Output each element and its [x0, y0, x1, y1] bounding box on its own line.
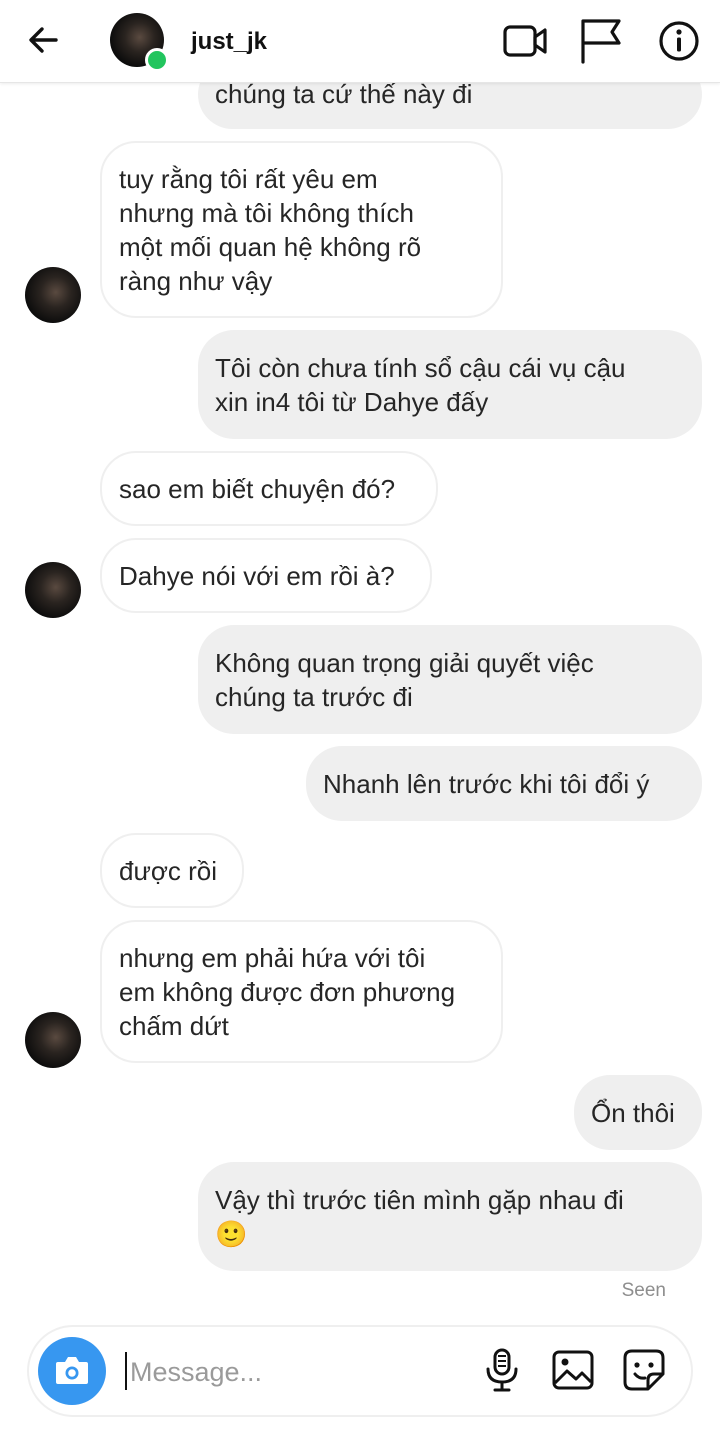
message-outgoing[interactable]: Tôi còn chưa tính sổ cậu cái vụ cậu xin … — [198, 330, 702, 439]
microphone-icon — [486, 1348, 518, 1392]
text-cursor — [125, 1352, 127, 1390]
sticker-icon — [623, 1349, 665, 1391]
flag-icon — [581, 19, 621, 64]
message-incoming[interactable]: tuy rằng tôi rất yêu em nhưng mà tôi khô… — [100, 141, 503, 318]
message-outgoing[interactable]: Ổn thôi — [574, 1075, 702, 1150]
back-button[interactable] — [22, 20, 66, 60]
username[interactable]: just_jk — [191, 28, 267, 56]
chat-header: just_jk — [0, 0, 720, 83]
sender-avatar[interactable] — [25, 562, 81, 618]
camera-button[interactable] — [38, 1337, 106, 1405]
message-incoming[interactable]: Dahye nói với em rồi à? — [100, 538, 432, 613]
message-outgoing[interactable]: Nhanh lên trước khi tôi đổi ý — [306, 746, 702, 821]
seen-status: Seen — [621, 1280, 666, 1301]
message-incoming[interactable]: được rồi — [100, 833, 244, 908]
camera-icon — [56, 1357, 88, 1384]
message-outgoing[interactable]: Vậy thì trước tiên mình gặp nhau đi 🙂 — [198, 1162, 702, 1271]
message-outgoing[interactable]: Không quan trọng giải quyết việc chúng t… — [198, 625, 702, 734]
sender-avatar[interactable] — [25, 267, 81, 323]
info-button[interactable] — [656, 18, 702, 64]
message-incoming[interactable]: sao em biết chuyện đó? — [100, 451, 438, 526]
sticker-button[interactable] — [620, 1346, 668, 1394]
message-incoming[interactable]: nhưng em phải hứa với tôi em không được … — [100, 920, 503, 1063]
message-input[interactable] — [128, 1348, 472, 1396]
sender-avatar[interactable] — [25, 1012, 81, 1068]
arrow-left-icon — [29, 27, 58, 53]
report-button[interactable] — [578, 18, 624, 64]
gallery-button[interactable] — [549, 1346, 597, 1394]
online-indicator — [145, 48, 169, 72]
voice-message-button[interactable] — [478, 1346, 526, 1394]
video-call-button[interactable] — [502, 18, 548, 64]
image-icon — [552, 1350, 594, 1390]
info-icon — [659, 21, 699, 61]
video-camera-icon — [503, 25, 547, 57]
